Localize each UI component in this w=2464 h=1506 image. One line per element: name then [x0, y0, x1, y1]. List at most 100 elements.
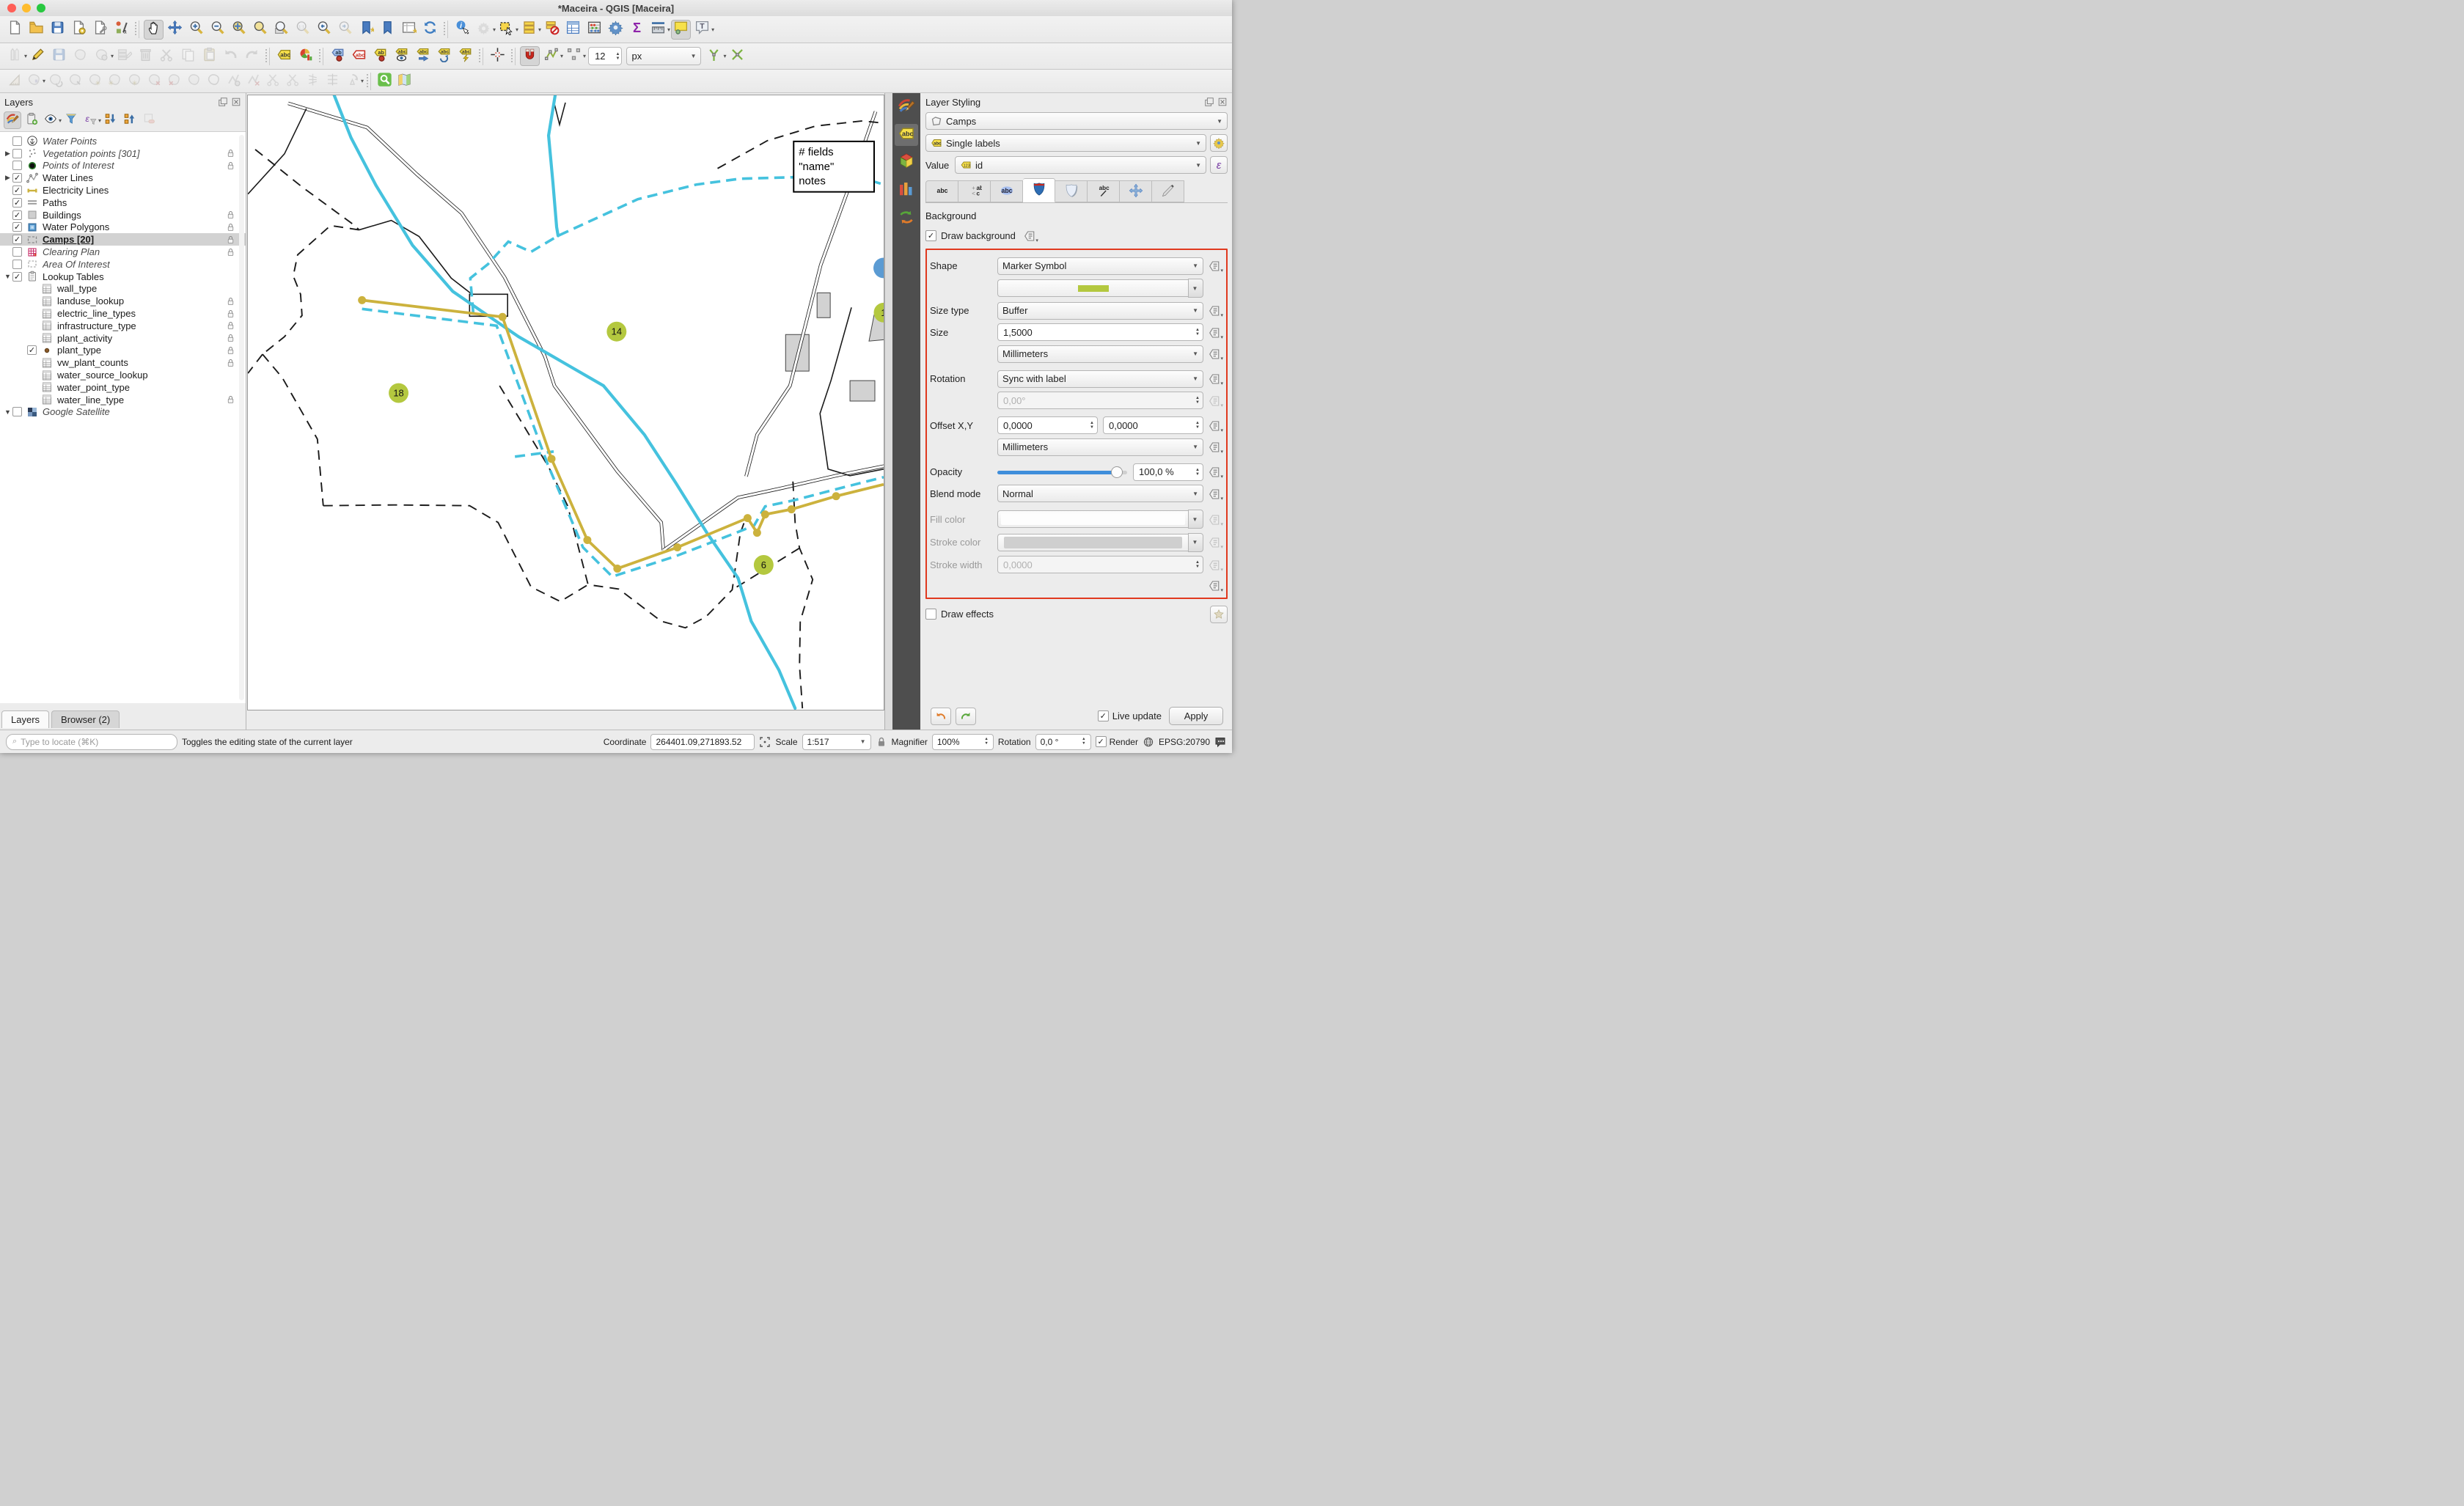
statistics-button[interactable]	[584, 20, 604, 40]
layer-item-landuse-lookup[interactable]: landuse_lookup	[0, 295, 246, 307]
layer-item-water-polygons[interactable]: ✓Water Polygons	[0, 221, 246, 234]
data-defined-override-icon[interactable]: ▾	[1208, 346, 1223, 361]
data-defined-override-icon[interactable]: ▾	[1208, 464, 1223, 480]
zoom-out-button[interactable]	[208, 20, 227, 40]
expander-icon[interactable]: ▶	[3, 174, 12, 182]
new-print-layout-button[interactable]	[69, 20, 89, 40]
render-checkbox[interactable]: ✓	[1096, 736, 1107, 747]
advanced-digitizing-dock-button[interactable]	[488, 46, 507, 66]
crs-globe-icon[interactable]	[1143, 736, 1154, 748]
label-tab-text[interactable]: abc	[925, 180, 958, 202]
expander-icon[interactable]: ▼	[3, 408, 12, 416]
enable-tracing-button[interactable]	[704, 46, 724, 66]
layer-visibility-checkbox[interactable]	[12, 136, 22, 146]
automated-placement-settings-button[interactable]	[1210, 134, 1228, 152]
panel-tab-browser-2[interactable]: Browser (2)	[51, 710, 120, 728]
styling-undo-button[interactable]	[931, 708, 951, 725]
size-type-combo[interactable]: Buffer▼	[997, 302, 1203, 320]
blend-mode-combo[interactable]: Normal▼	[997, 485, 1203, 502]
zoom-last-button[interactable]	[314, 20, 334, 40]
pin-labels-button[interactable]: ab	[328, 46, 348, 66]
new-bookmark-button[interactable]: ★	[356, 20, 376, 40]
expander-icon[interactable]: ▼	[3, 273, 12, 280]
offset-unit-combo[interactable]: Millimeters▼	[997, 438, 1203, 456]
label-tab-shadow[interactable]	[1055, 180, 1088, 202]
shape-combo[interactable]: Marker Symbol▼	[997, 257, 1203, 275]
layer-item-clearing-plan[interactable]: Clearing Plan	[0, 246, 246, 258]
layer-item-water-point-type[interactable]: water_point_type	[0, 381, 246, 394]
data-defined-override-icon[interactable]: ▾	[1023, 228, 1038, 243]
data-defined-override-icon[interactable]: ▾	[1208, 303, 1223, 318]
filter-legend-button[interactable]	[62, 111, 80, 129]
label-mode-combo[interactable]: abc Single labels ▼	[925, 134, 1206, 152]
pan-to-selection-button[interactable]	[165, 20, 185, 40]
refresh-button[interactable]	[420, 20, 440, 40]
style-manager-button[interactable]: a	[111, 20, 131, 40]
layer-visibility-checkbox[interactable]	[12, 260, 22, 269]
add-group-button[interactable]	[23, 111, 40, 129]
quickmap-plugin-button[interactable]	[395, 72, 414, 90]
layer-visibility-checkbox[interactable]: ✓	[12, 222, 22, 232]
draw-background-checkbox[interactable]: ✓	[925, 230, 936, 241]
layer-visibility-checkbox[interactable]: ✓	[12, 173, 22, 183]
lock-scale-icon[interactable]	[876, 736, 887, 748]
layer-visibility-checkbox[interactable]	[12, 247, 22, 257]
marker-symbol-preview[interactable]	[997, 279, 1188, 297]
close-panel-icon[interactable]	[1217, 97, 1228, 107]
rotate-label-button[interactable]: abc	[434, 46, 454, 66]
zoom-in-button[interactable]	[186, 20, 206, 40]
layout-manager-button[interactable]	[90, 20, 110, 40]
layer-item-electricity-lines[interactable]: ✓Electricity Lines	[0, 184, 246, 196]
highlight-pinned-labels-button[interactable]: abc	[349, 46, 369, 66]
layer-visibility-checkbox[interactable]: ✓	[12, 186, 22, 195]
layer-item-water-lines[interactable]: ▶✓Water Lines	[0, 172, 246, 184]
layer-item-water-points[interactable]: Water Points	[0, 135, 246, 147]
layer-item-plant-type[interactable]: ✓plant_type	[0, 345, 246, 357]
label-tab-placement[interactable]	[1120, 180, 1152, 202]
layer-visibility-checkbox[interactable]: ✓	[12, 272, 22, 282]
layer-item-infrastructure-type[interactable]: infrastructure_type	[0, 320, 246, 332]
layer-diagram-button[interactable]	[296, 46, 315, 66]
statistical-summary-button[interactable]: Σ	[627, 20, 647, 40]
float-panel-icon[interactable]	[1204, 97, 1214, 107]
new-map-view-button[interactable]: ★	[399, 20, 419, 40]
data-defined-override-icon[interactable]: ▾	[1208, 578, 1223, 593]
text-annotation-button[interactable]: T	[692, 20, 712, 40]
show-bookmarks-button[interactable]	[378, 20, 397, 40]
layer-item-lookup-tables[interactable]: ▼✓Lookup Tables	[0, 271, 246, 283]
manage-map-themes-button[interactable]	[42, 111, 59, 129]
zoom-to-selection-button[interactable]	[250, 20, 270, 40]
styling-tab-3d[interactable]	[895, 152, 918, 174]
live-update-checkbox[interactable]: ✓	[1098, 710, 1109, 721]
label-tab-background[interactable]	[1023, 178, 1055, 202]
layer-visibility-checkbox[interactable]	[12, 149, 22, 158]
topological-editing-button[interactable]	[564, 46, 584, 66]
messages-bubble-icon[interactable]	[1214, 736, 1226, 748]
effects-customize-button[interactable]	[1210, 606, 1228, 623]
styling-tab-diagrams[interactable]	[895, 180, 918, 202]
layers-tree-scrollbar[interactable]	[239, 135, 244, 700]
maximize-window-button[interactable]	[37, 4, 45, 12]
apply-button[interactable]: Apply	[1169, 707, 1223, 725]
extents-icon[interactable]	[759, 736, 771, 748]
pan-map-button[interactable]	[144, 20, 164, 40]
select-by-value-button[interactable]	[519, 20, 539, 40]
search-plugin-button[interactable]	[375, 72, 394, 90]
deselect-all-button[interactable]	[542, 20, 562, 40]
minimize-window-button[interactable]	[22, 4, 31, 12]
layer-visibility-checkbox[interactable]: ✓	[12, 198, 22, 207]
processing-toolbox-button[interactable]	[606, 20, 626, 40]
layer-item-wall-type[interactable]: wall_type	[0, 283, 246, 295]
tracing-offset-button[interactable]	[727, 46, 747, 66]
layer-visibility-checkbox[interactable]	[12, 161, 22, 170]
layer-visibility-checkbox[interactable]: ✓	[12, 235, 22, 244]
map-tips-button[interactable]	[671, 20, 691, 40]
expander-icon[interactable]: ▶	[3, 150, 12, 158]
label-tab-callouts[interactable]: abc	[1088, 180, 1120, 202]
data-defined-override-icon[interactable]: ▾	[1208, 486, 1223, 502]
layer-item-plant-activity[interactable]: plant_activity	[0, 332, 246, 345]
close-window-button[interactable]	[7, 4, 16, 12]
data-defined-override-icon[interactable]: ▾	[1208, 325, 1223, 340]
expand-all-button[interactable]	[102, 111, 120, 129]
opacity-spinbox[interactable]: 100,0 %▲▼	[1133, 463, 1203, 481]
